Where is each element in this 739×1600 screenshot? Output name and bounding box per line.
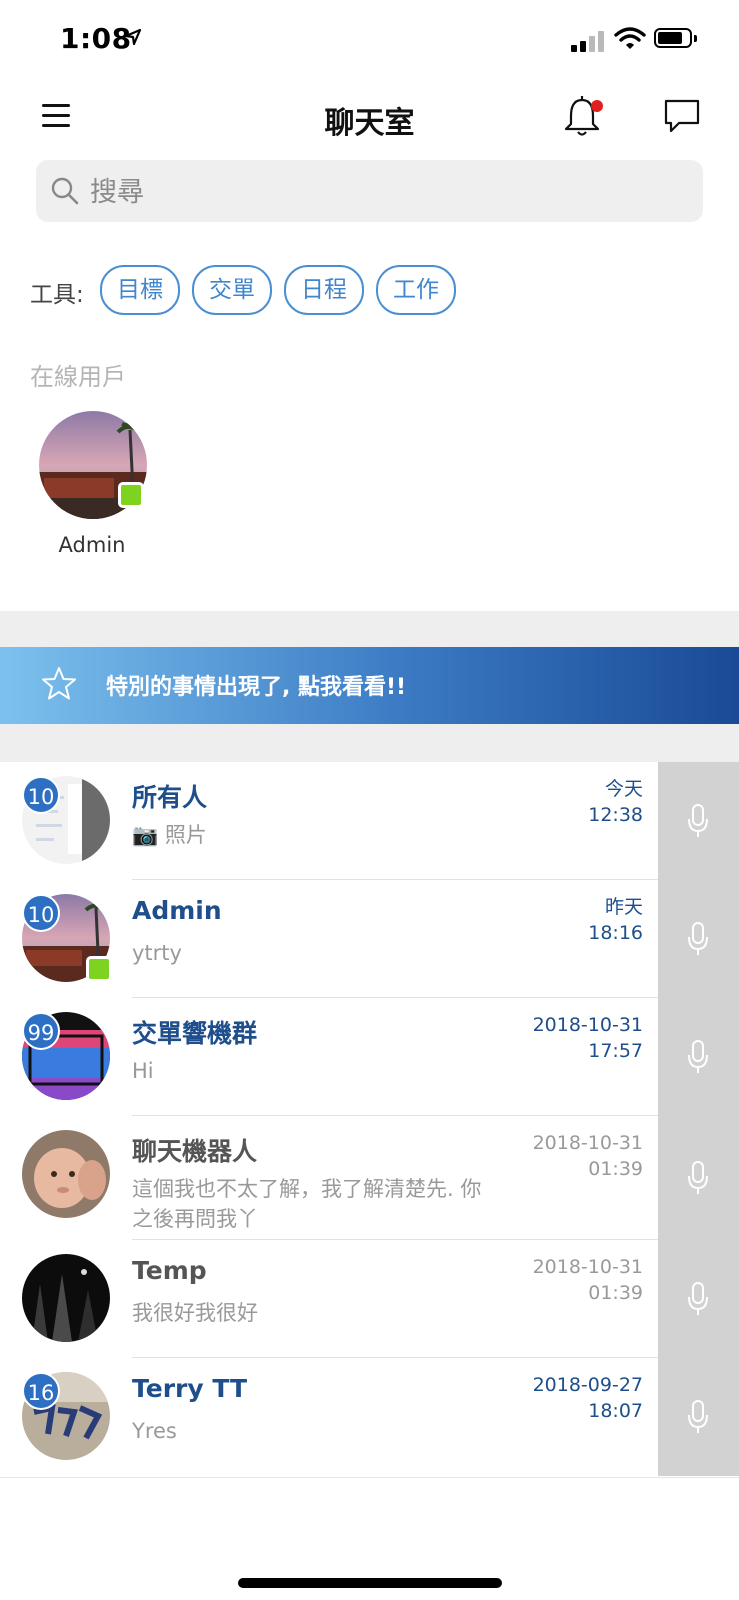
chat-preview: Hi bbox=[132, 1059, 154, 1083]
chat-name: Admin bbox=[132, 896, 222, 925]
chat-preview: 我很好我很好 bbox=[132, 1301, 258, 1325]
chat-timestamp: 2018-10-31 17:57 bbox=[533, 1012, 643, 1064]
tool-chip-goals[interactable]: 目標 bbox=[100, 265, 180, 315]
microphone-icon bbox=[688, 804, 708, 837]
section-divider bbox=[0, 724, 739, 762]
chat-row[interactable]: 10 所有人 📷 照片 今天 12:38 bbox=[0, 762, 739, 880]
list-end-divider bbox=[0, 1477, 739, 1478]
cellular-signal-icon bbox=[571, 30, 607, 52]
online-user-admin[interactable] bbox=[38, 410, 148, 524]
microphone-icon bbox=[688, 1161, 708, 1194]
wifi-icon bbox=[614, 27, 646, 49]
chat-date: 2018-10-31 bbox=[532, 1256, 643, 1278]
chat-list: 10 所有人 📷 照片 今天 12:38 10 Admin ytrty 昨天 1… bbox=[0, 762, 739, 1476]
online-users-heading: 在線用戶 bbox=[30, 363, 126, 391]
search-icon bbox=[51, 177, 79, 205]
chat-preview: ytrty bbox=[132, 941, 182, 965]
tool-chip-work[interactable]: 工作 bbox=[376, 265, 456, 315]
microphone-icon bbox=[688, 1282, 708, 1315]
chat-name: 所有人 bbox=[132, 783, 208, 812]
page-title: 聊天室 bbox=[324, 106, 415, 141]
star-icon bbox=[42, 667, 76, 700]
avatar bbox=[22, 1254, 110, 1342]
unread-badge: 10 bbox=[22, 776, 60, 814]
chat-timestamp: 2018-10-31 01:39 bbox=[533, 1130, 643, 1182]
section-divider bbox=[0, 611, 739, 647]
chat-preview: Yres bbox=[132, 1419, 177, 1443]
chat-bubble-icon bbox=[664, 99, 700, 133]
voice-message-button[interactable] bbox=[658, 1116, 739, 1240]
voice-message-button[interactable] bbox=[658, 1358, 739, 1476]
nav-bar: 聊天室 bbox=[0, 80, 739, 156]
chat-timestamp: 今天 12:38 bbox=[588, 776, 643, 828]
chat-preview: 📷 照片 bbox=[132, 823, 207, 847]
chat-name: 交單響機群 bbox=[132, 1019, 258, 1048]
chat-timestamp: 昨天 18:16 bbox=[588, 894, 643, 946]
avatar bbox=[22, 1130, 110, 1218]
status-bar: 1:08 bbox=[0, 0, 739, 80]
unread-badge: 16 bbox=[22, 1372, 60, 1410]
announcement-banner[interactable]: 特別的事情出現了, 點我看看!! bbox=[0, 647, 739, 724]
search-input[interactable] bbox=[88, 170, 682, 214]
tools-label: 工具: bbox=[30, 282, 84, 308]
banner-text: 特別的事情出現了, 點我看看!! bbox=[106, 675, 407, 700]
chat-date: 今天 bbox=[604, 778, 643, 800]
chat-row[interactable]: 聊天機器人 這個我也不太了解，我了解清楚先. 你之後再問我丫 2018-10-3… bbox=[0, 1116, 739, 1240]
voice-message-button[interactable] bbox=[658, 998, 739, 1116]
online-status-indicator bbox=[86, 956, 112, 982]
search-bar bbox=[36, 160, 703, 222]
location-arrow-icon bbox=[124, 28, 142, 46]
status-time: 1:08 bbox=[60, 22, 132, 55]
chat-date: 昨天 bbox=[604, 896, 643, 918]
chat-time: 18:16 bbox=[588, 922, 643, 944]
chat-name: Temp bbox=[132, 1256, 207, 1285]
tool-chip-schedule[interactable]: 日程 bbox=[284, 265, 364, 315]
voice-message-button[interactable] bbox=[658, 762, 739, 880]
chat-date: 2018-10-31 bbox=[532, 1132, 643, 1154]
notification-dot bbox=[591, 100, 603, 112]
chat-time: 18:07 bbox=[588, 1400, 643, 1422]
chat-name: 聊天機器人 bbox=[132, 1137, 258, 1166]
chat-row[interactable]: Temp 我很好我很好 2018-10-31 01:39 bbox=[0, 1240, 739, 1358]
microphone-icon bbox=[688, 1040, 708, 1073]
messages-button[interactable] bbox=[663, 98, 701, 134]
home-indicator[interactable] bbox=[238, 1578, 502, 1588]
chat-row[interactable]: 16 Terry TT Yres 2018-09-27 18:07 bbox=[0, 1358, 739, 1476]
microphone-icon bbox=[688, 1400, 708, 1433]
unread-badge: 99 bbox=[22, 1012, 60, 1050]
chat-time: 12:38 bbox=[588, 804, 643, 826]
chat-preview: 這個我也不太了解，我了解清楚先. 你之後再問我丫 bbox=[132, 1177, 482, 1231]
chat-row[interactable]: 99 交單響機群 Hi 2018-10-31 17:57 bbox=[0, 998, 739, 1116]
chat-name: Terry TT bbox=[132, 1374, 248, 1403]
online-user-name: Admin bbox=[58, 533, 126, 557]
microphone-icon bbox=[688, 922, 708, 955]
chat-date: 2018-10-31 bbox=[532, 1014, 643, 1036]
chat-row[interactable]: 10 Admin ytrty 昨天 18:16 bbox=[0, 880, 739, 998]
chat-timestamp: 2018-09-27 18:07 bbox=[533, 1372, 643, 1424]
online-status-indicator bbox=[118, 482, 144, 508]
tool-chip-orders[interactable]: 交單 bbox=[192, 265, 272, 315]
voice-message-button[interactable] bbox=[658, 880, 739, 998]
chat-time: 17:57 bbox=[588, 1040, 643, 1062]
unread-badge: 10 bbox=[22, 894, 60, 932]
chat-time: 01:39 bbox=[588, 1158, 643, 1180]
voice-message-button[interactable] bbox=[658, 1240, 739, 1358]
chat-date: 2018-09-27 bbox=[532, 1374, 643, 1396]
battery-icon bbox=[654, 28, 698, 50]
chat-timestamp: 2018-10-31 01:39 bbox=[533, 1254, 643, 1306]
chat-time: 01:39 bbox=[588, 1282, 643, 1304]
